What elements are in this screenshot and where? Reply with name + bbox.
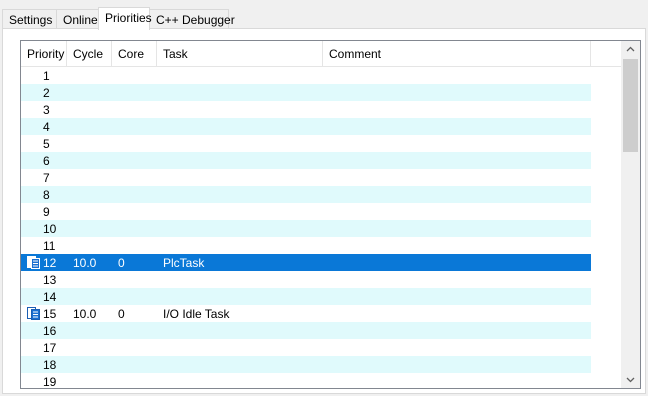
column-header-comment[interactable]: Comment [323, 41, 591, 67]
table-row[interactable]: 3 [21, 101, 591, 118]
table-row[interactable]: 9 [21, 203, 591, 220]
table-row[interactable]: 14 [21, 288, 591, 305]
core-cell: 0 [118, 256, 125, 270]
priority-cell: 2 [43, 86, 50, 100]
task-cell: PlcTask [163, 256, 205, 270]
core-cell: 0 [118, 307, 125, 321]
priority-cell: 12 [43, 256, 57, 270]
scroll-thumb[interactable] [623, 59, 638, 152]
priority-cell: 1 [43, 69, 50, 83]
cycle-cell: 10.0 [73, 256, 97, 270]
table-row[interactable]: 17 [21, 339, 591, 356]
table-row[interactable]: 1 [21, 67, 591, 84]
table-row[interactable]: 4 [21, 118, 591, 135]
table-row[interactable]: 2 [21, 84, 591, 101]
priority-cell: 14 [43, 290, 57, 304]
priority-cell: 8 [43, 188, 50, 202]
scroll-up-arrow-icon[interactable] [621, 41, 640, 58]
tab-cpp-debugger[interactable]: C++ Debugger [149, 9, 235, 29]
priority-cell: 11 [43, 239, 56, 253]
table-row[interactable]: 18 [21, 356, 591, 373]
tab-priorities[interactable]: Priorities [98, 7, 152, 30]
table-row[interactable]: 12 10.0 0 PlcTask [21, 254, 591, 271]
cycle-cell: 10.0 [73, 307, 97, 321]
priorities-grid[interactable]: Priority Cycle Core Task Comment 1234567… [20, 40, 641, 389]
priority-cell: 3 [43, 103, 50, 117]
priority-cell: 5 [43, 137, 50, 151]
grid-header: Priority Cycle Core Task Comment [21, 41, 621, 67]
table-row[interactable]: 13 [21, 271, 591, 288]
table-row[interactable]: 5 [21, 135, 591, 152]
task-icon [26, 255, 41, 270]
priority-cell: 15 [43, 307, 57, 321]
priority-cell: 9 [43, 205, 50, 219]
priority-cell: 19 [43, 375, 57, 389]
priority-cell: 16 [43, 324, 57, 338]
column-header-priority[interactable]: Priority [21, 41, 67, 67]
priority-cell: 4 [43, 120, 50, 134]
priority-cell: 13 [43, 273, 57, 287]
column-header-task[interactable]: Task [157, 41, 323, 67]
vertical-scrollbar[interactable] [621, 41, 640, 388]
table-row[interactable]: 6 [21, 152, 591, 169]
table-row[interactable]: 11 [21, 237, 591, 254]
task-icon [26, 306, 41, 321]
table-row[interactable]: 8 [21, 186, 591, 203]
priority-cell: 6 [43, 154, 50, 168]
table-row[interactable]: 19 [21, 373, 591, 389]
priority-cell: 17 [43, 341, 57, 355]
priority-cell: 10 [43, 222, 57, 236]
column-header-core[interactable]: Core [112, 41, 157, 67]
task-cell: I/O Idle Task [163, 307, 230, 321]
priority-cell: 18 [43, 358, 57, 372]
scroll-down-arrow-icon[interactable] [621, 371, 640, 388]
grid-rows: 1 2 3 4 5 6 7 8 9 10 11 12 10.0 0 PlcTask 13 14 15 10.0 0 I/… [21, 67, 591, 389]
column-header-cycle[interactable]: Cycle [67, 41, 112, 67]
tab-settings[interactable]: Settings [2, 9, 57, 29]
tab-bar: Settings Online Priorities C++ Debugger [0, 0, 648, 30]
table-row[interactable]: 16 [21, 322, 591, 339]
table-row[interactable]: 15 10.0 0 I/O Idle Task [21, 305, 591, 322]
tab-online[interactable]: Online [56, 9, 99, 29]
table-row[interactable]: 10 [21, 220, 591, 237]
priority-cell: 7 [43, 171, 50, 185]
table-row[interactable]: 7 [21, 169, 591, 186]
